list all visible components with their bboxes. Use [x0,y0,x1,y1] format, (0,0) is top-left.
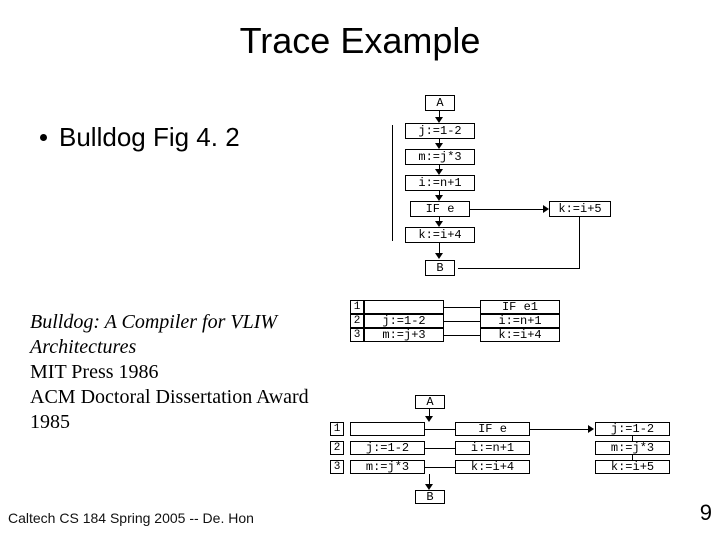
cell: IF e1 [480,300,560,314]
row-num: 3 [330,460,344,474]
node-a: A [425,95,455,111]
diagram-expanded: A 1 2 3 j:=1-2 m:=j*3 IF e i:=n+1 k:=i+4… [330,395,700,525]
row-num: 3 [350,328,364,342]
citation-line: MIT Press 1986 [30,360,330,385]
row-num: 2 [350,314,364,328]
cell: m:=j*3 [595,441,670,455]
cell: j:=1-2 [364,314,444,328]
cell: IF e [455,422,530,436]
row-num: 1 [350,300,364,314]
node: m:=j*3 [405,149,475,165]
cell: i:=n+1 [455,441,530,455]
cell-empty [350,422,425,436]
cell: j:=1-2 [595,422,670,436]
cell: j:=1-2 [350,441,425,455]
cell: m:=j+3 [364,328,444,342]
bullet-text: Bulldog Fig 4. 2 [59,122,240,153]
node-if: IF e [410,201,470,217]
row-num: 2 [330,441,344,455]
node: j:=1-2 [405,123,475,139]
diagram-schedule: 1 2 3 j:=1-2 m:=j+3 IF e1 i:=n+1 k:=i+4 [350,300,670,390]
slide-number: 9 [700,500,712,526]
cell: m:=j*3 [350,460,425,474]
node: k:=i+4 [405,227,475,243]
citation-line: ACM Doctoral Dissertation Award 1985 [30,385,330,435]
node-b: B [415,490,445,504]
node: i:=n+1 [405,175,475,191]
node-a: A [415,395,445,409]
node-b: B [425,260,455,276]
citation-block: Bulldog: A Compiler for VLIW Architectur… [30,310,330,435]
cell: k:=i+4 [480,328,560,342]
cell: k:=i+4 [455,460,530,474]
cell-empty [364,300,444,314]
footer-text: Caltech CS 184 Spring 2005 -- De. Hon [8,510,254,526]
bullet-dot-icon [40,134,47,141]
row-num: 1 [330,422,344,436]
cell: i:=n+1 [480,314,560,328]
cell: k:=i+5 [595,460,670,474]
node-branch: k:=i+5 [549,201,611,217]
page-title: Trace Example [0,0,720,82]
citation-title: Bulldog: A Compiler for VLIW Architectur… [30,310,330,360]
diagram-flowchart: A j:=1-2 m:=j*3 i:=n+1 IF e k:=i+5 k:=i+… [350,95,650,295]
